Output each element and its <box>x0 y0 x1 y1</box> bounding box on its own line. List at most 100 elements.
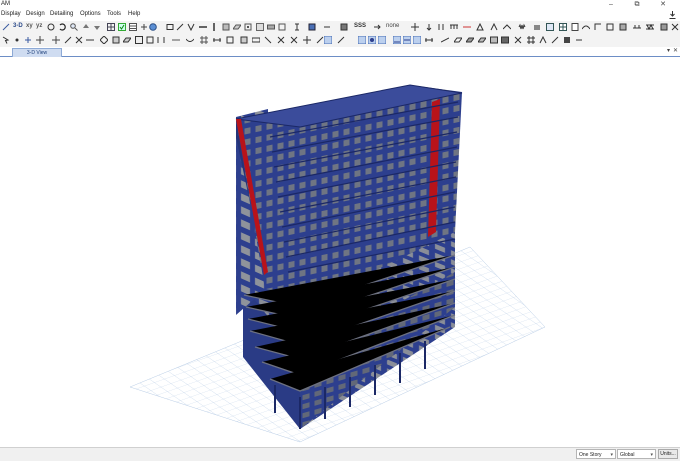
column-icon[interactable] <box>210 23 218 31</box>
brace-icon[interactable] <box>187 23 195 31</box>
point-load-icon[interactable] <box>437 23 445 31</box>
globe-icon[interactable] <box>149 23 157 31</box>
move-view-icon[interactable] <box>52 36 60 44</box>
link-icon[interactable] <box>323 23 331 31</box>
draw-line-icon[interactable] <box>2 23 10 31</box>
view-angle-icon[interactable] <box>539 36 547 44</box>
snap-edge-icon[interactable] <box>413 36 421 44</box>
measure-icon[interactable] <box>441 36 449 44</box>
draw-point-icon[interactable] <box>277 36 285 44</box>
download-icon[interactable] <box>669 11 676 19</box>
restraint-icon[interactable] <box>490 23 498 31</box>
view-link-icon[interactable] <box>575 36 583 44</box>
pan-icon[interactable] <box>36 36 44 44</box>
snap-icon[interactable] <box>24 36 32 44</box>
view-shade-icon[interactable] <box>563 36 571 44</box>
snap-line-icon[interactable] <box>403 36 411 44</box>
line-icon[interactable] <box>176 23 184 31</box>
story-select[interactable]: One Story ▾ <box>576 449 616 459</box>
rotate-icon[interactable] <box>47 23 55 31</box>
text-cursor-icon[interactable] <box>293 23 301 31</box>
grid-icon[interactable] <box>107 23 115 31</box>
check-icon[interactable] <box>118 23 126 31</box>
pointer-icon[interactable] <box>2 36 10 44</box>
maximize-button[interactable]: ⧉ <box>626 0 648 10</box>
beam-icon[interactable] <box>199 23 207 31</box>
draw-link-icon[interactable] <box>172 36 180 44</box>
menu-help[interactable]: Help <box>128 11 140 17</box>
arrow-right-icon[interactable] <box>373 23 381 31</box>
conc-frame-icon[interactable] <box>660 23 668 31</box>
joint-icon[interactable] <box>13 36 21 44</box>
draw-slab-icon[interactable] <box>123 36 131 44</box>
snap-toggle-icon[interactable] <box>324 36 332 44</box>
undo-icon[interactable] <box>58 23 66 31</box>
area-icon[interactable] <box>278 23 286 31</box>
menu-display[interactable]: Display <box>1 11 21 17</box>
view-3d-button[interactable]: 3-D <box>13 23 23 29</box>
zoom-in-icon[interactable] <box>70 23 78 31</box>
view-tilt-icon[interactable] <box>551 36 559 44</box>
wall-icon[interactable] <box>222 23 230 31</box>
snap-mid-icon[interactable] <box>358 36 366 44</box>
none-select[interactable]: none <box>386 23 399 29</box>
force-icon[interactable] <box>594 23 602 31</box>
temp-load-icon[interactable] <box>463 23 471 31</box>
draw-wall-icon[interactable] <box>112 36 120 44</box>
mass-icon[interactable] <box>533 23 541 31</box>
menu-options[interactable]: Options <box>80 11 101 17</box>
menu-design[interactable]: Design <box>26 11 45 17</box>
menu-tools[interactable]: Tools <box>107 11 121 17</box>
draw-area-icon[interactable] <box>135 36 143 44</box>
diaphragm-icon[interactable] <box>503 23 511 31</box>
slab-icon[interactable] <box>233 23 241 31</box>
load-icon[interactable] <box>425 23 433 31</box>
draw-column-icon[interactable] <box>100 36 108 44</box>
steel-conn-icon[interactable] <box>671 23 679 31</box>
draw-dim-icon[interactable] <box>213 36 221 44</box>
tab-close-button[interactable]: ✕ <box>673 47 678 54</box>
snap-intersect-icon[interactable] <box>378 36 386 44</box>
model-viewport[interactable] <box>0 57 680 447</box>
spring-icon[interactable] <box>518 23 526 31</box>
view-elev-button[interactable]: yz <box>36 23 42 29</box>
measure-angle-icon[interactable] <box>466 36 474 44</box>
steel-joist-icon[interactable] <box>646 23 654 31</box>
down-arrow-icon[interactable] <box>93 23 101 31</box>
view-grid-icon[interactable] <box>527 36 535 44</box>
opening-icon[interactable] <box>244 23 252 31</box>
report-icon[interactable] <box>571 23 579 31</box>
snap-end-icon[interactable] <box>337 36 345 44</box>
model-3d-view[interactable] <box>0 57 680 447</box>
composite-icon[interactable] <box>633 23 641 31</box>
draw-null-icon[interactable] <box>264 36 272 44</box>
draw-opening-icon[interactable] <box>146 36 154 44</box>
shear-wall-icon[interactable] <box>619 23 627 31</box>
deck-icon[interactable] <box>267 23 275 31</box>
snap-perp-icon[interactable] <box>393 36 401 44</box>
coord-system-select[interactable]: Global ▾ <box>617 449 656 459</box>
tab-3d-view[interactable]: 3-D View <box>12 48 62 57</box>
rectangle-icon[interactable] <box>166 23 174 31</box>
table-view-icon[interactable] <box>559 23 567 31</box>
view-frames-icon[interactable] <box>514 36 522 44</box>
snap-grid-icon[interactable] <box>368 36 376 44</box>
frame-design-icon[interactable] <box>606 23 614 31</box>
sss-button[interactable]: SSS <box>354 23 366 29</box>
section-icon[interactable] <box>140 23 148 31</box>
draw-brace-icon[interactable] <box>75 36 83 44</box>
draw-pier-icon[interactable] <box>157 36 165 44</box>
draw-section-icon[interactable] <box>226 36 234 44</box>
draw-cross-icon[interactable] <box>303 36 311 44</box>
view-plan-button[interactable]: xy <box>26 23 33 29</box>
measure-area-icon[interactable] <box>454 36 462 44</box>
draw-beam-icon[interactable] <box>86 36 94 44</box>
draw-frame-icon[interactable] <box>64 36 72 44</box>
draw-grid-icon[interactable] <box>200 36 208 44</box>
analyze-icon[interactable] <box>546 23 554 31</box>
draw-x-icon[interactable] <box>290 36 298 44</box>
select-all-icon[interactable] <box>256 23 264 31</box>
tab-list-icon[interactable]: ▾ <box>667 47 670 54</box>
units-button[interactable]: Units... <box>658 449 678 459</box>
pier-icon[interactable] <box>308 23 316 31</box>
